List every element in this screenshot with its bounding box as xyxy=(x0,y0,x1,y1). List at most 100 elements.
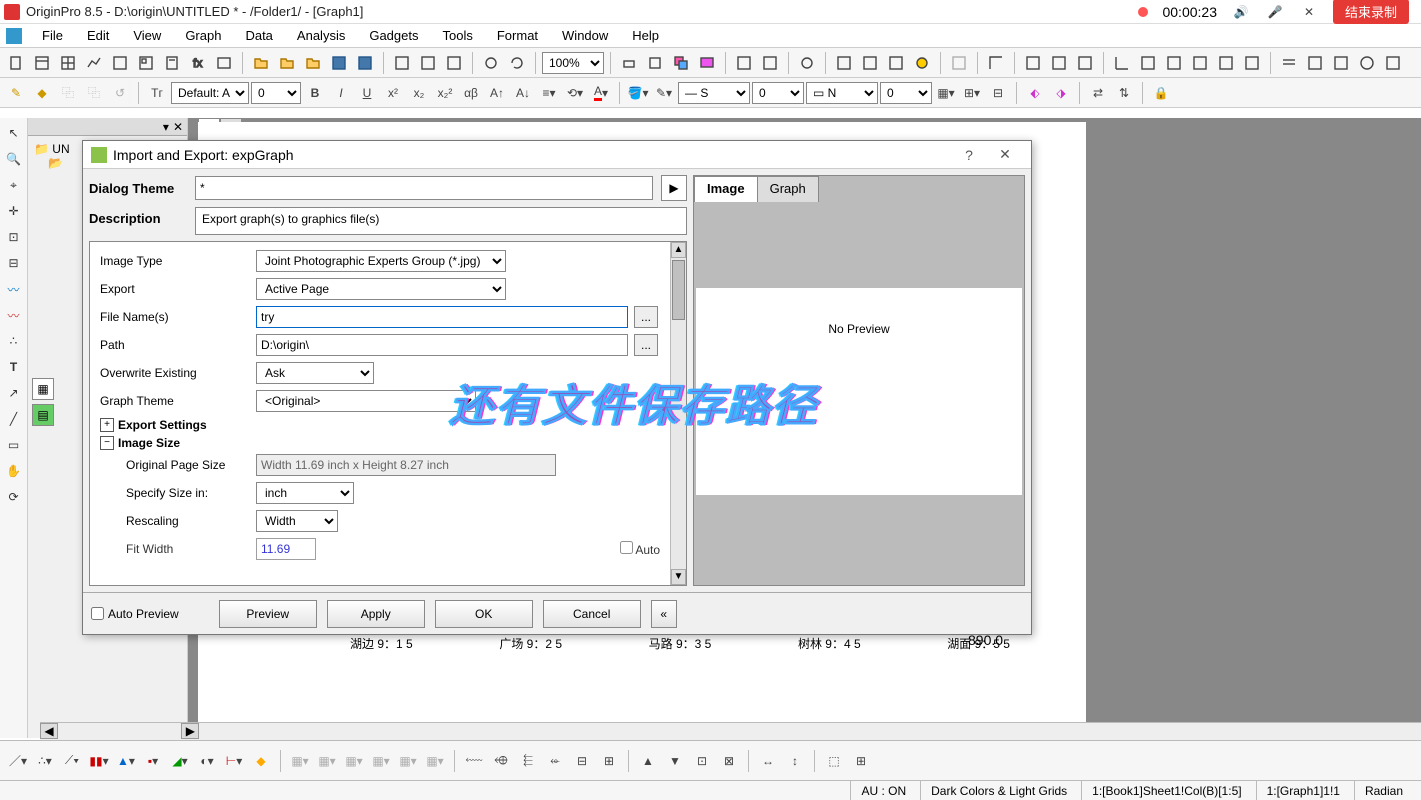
open-excel-icon[interactable] xyxy=(301,51,325,75)
path-input[interactable] xyxy=(256,334,628,356)
scroll-thumb[interactable] xyxy=(672,260,685,320)
layer3-icon[interactable] xyxy=(1073,51,1097,75)
template6-icon[interactable]: ▦▾ xyxy=(423,749,447,773)
line-scatter-icon[interactable]: ⟋▾ xyxy=(60,749,84,773)
template4-icon[interactable]: ▦▾ xyxy=(369,749,393,773)
menu-help[interactable]: Help xyxy=(620,26,671,45)
mic-icon[interactable]: 🎤 xyxy=(1265,2,1285,22)
pie-plot-icon[interactable]: ◢▾ xyxy=(168,749,192,773)
command-window-icon[interactable] xyxy=(884,51,908,75)
add-column-icon[interactable] xyxy=(947,51,971,75)
auto-checkbox[interactable] xyxy=(620,541,633,554)
dialog-theme-input[interactable] xyxy=(195,176,653,200)
specify-size-select[interactable]: inch xyxy=(256,482,354,504)
menu-graph[interactable]: Graph xyxy=(173,26,233,45)
underline-icon[interactable]: U xyxy=(355,81,379,105)
line-width-select[interactable]: 0 xyxy=(752,82,804,104)
export-settings-label[interactable]: Export Settings xyxy=(118,418,207,432)
theme-flyout-button[interactable]: ▶ xyxy=(661,175,687,201)
menu-gadgets[interactable]: Gadgets xyxy=(357,26,430,45)
scroll-left-icon[interactable]: ◀ xyxy=(40,723,58,739)
pointer-icon[interactable]: ↖ xyxy=(3,122,25,144)
decrease-font-icon[interactable]: A↓ xyxy=(511,81,535,105)
auto-preview-checkbox[interactable] xyxy=(91,607,104,620)
open-template-icon[interactable] xyxy=(275,51,299,75)
new-project-icon[interactable] xyxy=(4,51,28,75)
graph-theme-select[interactable]: <Original> xyxy=(256,390,476,412)
text-icon[interactable]: T xyxy=(3,356,25,378)
results-log-icon[interactable] xyxy=(795,51,819,75)
lock-icon[interactable]: 🔒 xyxy=(1149,81,1173,105)
fit-width-input[interactable] xyxy=(256,538,316,560)
rotate-3d-icon[interactable]: ⟳ xyxy=(3,486,25,508)
scatter-icon[interactable]: ∴ xyxy=(3,330,25,352)
line-icon[interactable]: ╱ xyxy=(3,408,25,430)
merge-graphs-icon[interactable]: ⊞ xyxy=(849,749,873,773)
anchor-end-icon[interactable]: ⬗ xyxy=(1049,81,1073,105)
menu-view[interactable]: View xyxy=(121,26,173,45)
help-button[interactable]: ? xyxy=(951,147,987,163)
template5-icon[interactable]: ▦▾ xyxy=(396,749,420,773)
hand-icon[interactable]: ✋ xyxy=(3,460,25,482)
scroll-down-icon[interactable]: ▼ xyxy=(671,569,686,585)
box-plot-icon[interactable]: ▪▾ xyxy=(141,749,165,773)
apply-button[interactable]: Apply xyxy=(327,600,425,628)
arrow-icon[interactable]: ↗ xyxy=(3,382,25,404)
import-multi-icon[interactable] xyxy=(442,51,466,75)
axis5-icon[interactable] xyxy=(1214,51,1238,75)
new-excel-icon[interactable] xyxy=(56,51,80,75)
align-bottom-icon[interactable]: ⬰ xyxy=(543,749,567,773)
border-select[interactable]: ▭ N xyxy=(806,82,878,104)
font-color-icon[interactable]: A▾ xyxy=(589,81,613,105)
collapse-image-size-icon[interactable]: − xyxy=(100,436,114,450)
border-width-select[interactable]: 0 xyxy=(880,82,932,104)
italic-icon[interactable]: I xyxy=(329,81,353,105)
template1-icon[interactable]: ▦▾ xyxy=(288,749,312,773)
rectangle-icon[interactable]: ▭ xyxy=(3,434,25,456)
new-workbook-icon[interactable] xyxy=(30,51,54,75)
date-icon[interactable] xyxy=(1355,51,1379,75)
template3-icon[interactable]: ▦▾ xyxy=(342,749,366,773)
paste-format-icon[interactable]: ⿻ xyxy=(82,81,106,105)
project-explorer-icon[interactable] xyxy=(758,51,782,75)
new-function-icon[interactable]: fx xyxy=(186,51,210,75)
pattern-icon[interactable]: ▦▾ xyxy=(934,81,958,105)
new-matrix-icon[interactable] xyxy=(108,51,132,75)
filename-browse-button[interactable]: ... xyxy=(634,306,658,328)
stock-plot-icon[interactable]: ◐▾ xyxy=(195,749,219,773)
menu-format[interactable]: Format xyxy=(485,26,550,45)
script-window-icon[interactable] xyxy=(858,51,882,75)
rescale-icon[interactable] xyxy=(984,51,1008,75)
horizontal-scrollbar[interactable]: ◀ ▶ xyxy=(40,722,1421,740)
line-style-select[interactable]: — S xyxy=(678,82,750,104)
layer1-icon[interactable] xyxy=(1021,51,1045,75)
menu-edit[interactable]: Edit xyxy=(75,26,121,45)
align-top-icon[interactable]: ⬱ xyxy=(516,749,540,773)
close-panel-icon[interactable]: ✕ xyxy=(169,120,187,134)
open-icon[interactable] xyxy=(249,51,273,75)
align-center-h-icon[interactable]: ⊟ xyxy=(570,749,594,773)
save-template-icon[interactable] xyxy=(353,51,377,75)
distribute-v-icon[interactable]: ⇅ xyxy=(1112,81,1136,105)
legend-icon[interactable] xyxy=(1329,51,1353,75)
export-select[interactable]: Active Page xyxy=(256,278,506,300)
workbook-shortcut-icon[interactable]: ▦ xyxy=(32,378,54,400)
code-builder-icon[interactable] xyxy=(832,51,856,75)
fill-color-icon[interactable]: 🪣▾ xyxy=(626,81,650,105)
copy-format-icon[interactable]: ⿻ xyxy=(56,81,80,105)
new-graph-icon[interactable] xyxy=(82,51,106,75)
import-wizard-icon[interactable] xyxy=(390,51,414,75)
close-button[interactable]: ✕ xyxy=(987,146,1023,163)
new-color-icon[interactable] xyxy=(732,51,756,75)
graph-shortcut-icon[interactable]: ▤ xyxy=(32,404,54,426)
extract-icon[interactable]: ⬚ xyxy=(822,749,846,773)
data-reader-icon[interactable]: ✛ xyxy=(3,200,25,222)
text-tool-icon[interactable]: Tг xyxy=(145,81,169,105)
back-icon[interactable]: ▼ xyxy=(663,749,687,773)
align-left-icon[interactable]: ⬳ xyxy=(462,749,486,773)
refresh-icon[interactable] xyxy=(505,51,529,75)
close-icon[interactable]: ✕ xyxy=(1299,2,1319,22)
increase-font-icon[interactable]: A↑ xyxy=(485,81,509,105)
line-plot-icon[interactable]: ／▾ xyxy=(6,749,30,773)
new-notes-icon[interactable] xyxy=(160,51,184,75)
